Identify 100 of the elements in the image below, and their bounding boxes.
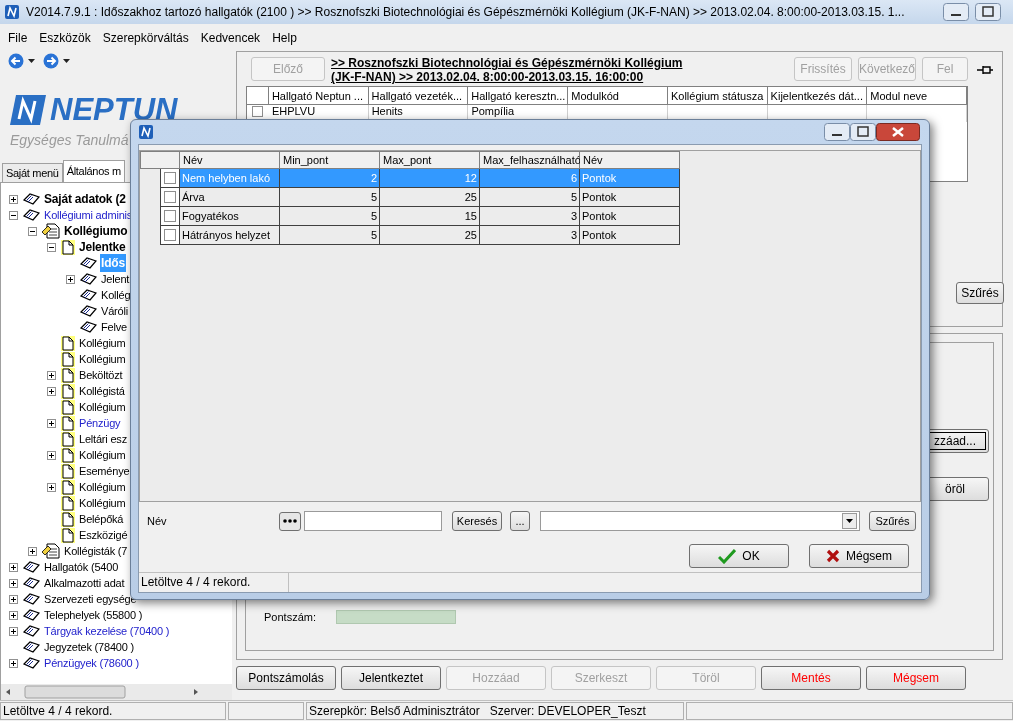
column-header[interactable]: Hallgató vezeték... [368, 87, 469, 104]
column-header[interactable]: Hallgató Neptun ... [268, 87, 369, 104]
tree-item[interactable]: Kollégiumo [63, 222, 129, 240]
table-cell[interactable]: Árva [180, 188, 280, 207]
expand-icon[interactable] [47, 386, 56, 396]
expand-icon[interactable] [47, 450, 56, 460]
tree-item[interactable]: Saját adatok (2 [43, 190, 127, 208]
column-header[interactable]: Modul neve [867, 87, 967, 104]
expand-icon[interactable] [9, 578, 18, 588]
table-cell[interactable]: 5 [280, 188, 380, 207]
tree-item[interactable]: Pénzügy [78, 414, 122, 432]
tree-item[interactable]: Felve [100, 318, 128, 336]
tree-item[interactable]: Kollégium [78, 350, 127, 368]
table-cell[interactable]: 25 [380, 226, 480, 245]
column-header[interactable]: Kijelentkezés dát... [767, 87, 868, 104]
row-checkbox[interactable] [164, 191, 176, 203]
collapse-icon[interactable] [28, 226, 37, 236]
table-cell[interactable]: Pontok [580, 226, 680, 245]
tree-item[interactable]: Váróli [100, 302, 129, 320]
table-cell[interactable]: 25 [380, 188, 480, 207]
expand-icon[interactable] [28, 546, 37, 556]
record-title-link[interactable]: (JK-F-NAN) >> 2013.02.04. 8:00:00-2013.03.15. 16:00:00 [331, 70, 788, 84]
tree-item[interactable]: Kollégium [78, 398, 127, 416]
back-icon[interactable] [8, 53, 24, 69]
collapse-icon[interactable] [9, 210, 18, 220]
column-header[interactable]: Max_felhasználható [480, 151, 580, 169]
collapse-icon[interactable] [47, 242, 56, 252]
row-checkbox[interactable] [164, 229, 176, 241]
tree-item[interactable]: Jelentke [78, 238, 127, 256]
search-field[interactable] [304, 511, 442, 531]
tree-item[interactable]: Pénzügyek (78600 ) [43, 654, 140, 672]
forward-icon[interactable] [43, 53, 59, 69]
cancel-button[interactable]: Mégsem [809, 544, 909, 568]
column-header[interactable]: Hallgató keresztn... [468, 87, 569, 104]
tab[interactable]: Általános m [62, 160, 125, 182]
column-header[interactable]: Kollégium státusza [667, 87, 768, 104]
menu-item[interactable]: File [8, 29, 28, 47]
action-button[interactable]: Jelentkeztet [341, 666, 441, 690]
pin-icon[interactable] [976, 64, 994, 76]
tree-item[interactable]: Tárgyak kezelése (70400 ) [43, 622, 171, 640]
table-cell[interactable]: 3 [480, 207, 580, 226]
filter-button[interactable]: Szűrés [869, 511, 916, 531]
table-cell[interactable]: 3 [480, 226, 580, 245]
tree-item[interactable]: Kollégistá [78, 382, 126, 400]
tree-item[interactable]: Kollégium [78, 494, 127, 512]
table-cell[interactable]: 5 [280, 207, 380, 226]
tree-item[interactable]: Kollégium [78, 334, 127, 352]
tree-item[interactable]: Alkalmazotti adat [43, 574, 126, 592]
column-header[interactable]: Név [580, 151, 680, 169]
action-button[interactable]: Pontszámolás [236, 666, 336, 690]
options-button[interactable] [279, 511, 301, 531]
table-cell[interactable]: Pontok [580, 207, 680, 226]
expand-icon[interactable] [9, 562, 18, 572]
table-cell[interactable]: 5 [280, 226, 380, 245]
table-cell[interactable]: 5 [480, 188, 580, 207]
tree-item[interactable]: Hallgatók (5400 [43, 558, 120, 576]
search-button[interactable]: Keresés [452, 511, 502, 531]
more-button[interactable]: ... [510, 511, 530, 531]
tree-item[interactable]: Eseménye [78, 462, 131, 480]
tree-item[interactable]: Kollégisták (7 [63, 542, 129, 560]
expand-icon[interactable] [47, 418, 56, 428]
menu-item[interactable]: Eszközök [39, 29, 91, 47]
table-cell[interactable]: Pontok [580, 188, 680, 207]
table-cell[interactable]: 15 [380, 207, 480, 226]
tree-item[interactable]: Jegyzetek (78400 ) [43, 638, 135, 656]
expand-icon[interactable] [9, 626, 18, 636]
tree-item[interactable]: Kollég [100, 286, 132, 304]
maximize-icon[interactable] [975, 3, 1001, 21]
dropdown-field[interactable] [540, 511, 860, 531]
table-cell[interactable]: Hátrányos helyzet [180, 226, 280, 245]
tree-item[interactable]: Leltári esz [78, 430, 128, 448]
tree-item[interactable]: Kollégiumi adminis [43, 206, 134, 224]
tree-item[interactable]: Belépőká [78, 510, 125, 528]
column-header[interactable]: Modulkód [568, 87, 668, 104]
row-checkbox[interactable] [164, 172, 176, 184]
column-header[interactable]: Max_pont [380, 151, 480, 169]
expand-icon[interactable] [9, 594, 18, 604]
record-title-link[interactable]: >> Rosznofszki Biotechnológiai és Gépészmérnöki Kollégium [331, 56, 788, 70]
row-checkbox[interactable] [164, 210, 176, 222]
tree-item[interactable]: Jelent [100, 270, 131, 288]
column-header[interactable]: Min_pont [280, 151, 380, 169]
minimize-icon[interactable] [943, 3, 969, 21]
table-cell[interactable]: Fogyatékos [180, 207, 280, 226]
maximize-icon[interactable] [850, 123, 876, 141]
menu-item[interactable]: Help [272, 29, 297, 47]
tab[interactable]: Saját menü [2, 163, 63, 182]
expand-icon[interactable] [9, 658, 18, 668]
ok-button[interactable]: OK [689, 544, 789, 568]
expand-icon[interactable] [66, 274, 75, 284]
tree-item[interactable]: Telephelyek (55800 ) [43, 606, 144, 624]
row-checkbox[interactable] [252, 106, 264, 117]
tree-item[interactable]: Beköltözt [78, 366, 124, 384]
menu-item[interactable]: Kedvencek [200, 29, 261, 47]
expand-icon[interactable] [47, 370, 56, 380]
close-icon[interactable] [876, 123, 920, 141]
menu-item[interactable]: Szerepkörváltás [102, 29, 189, 47]
minimize-icon[interactable] [824, 123, 850, 141]
expand-icon[interactable] [9, 610, 18, 620]
tree-item[interactable]: Kollégium [78, 478, 127, 496]
tree-item[interactable]: Eszközigé [78, 526, 129, 544]
